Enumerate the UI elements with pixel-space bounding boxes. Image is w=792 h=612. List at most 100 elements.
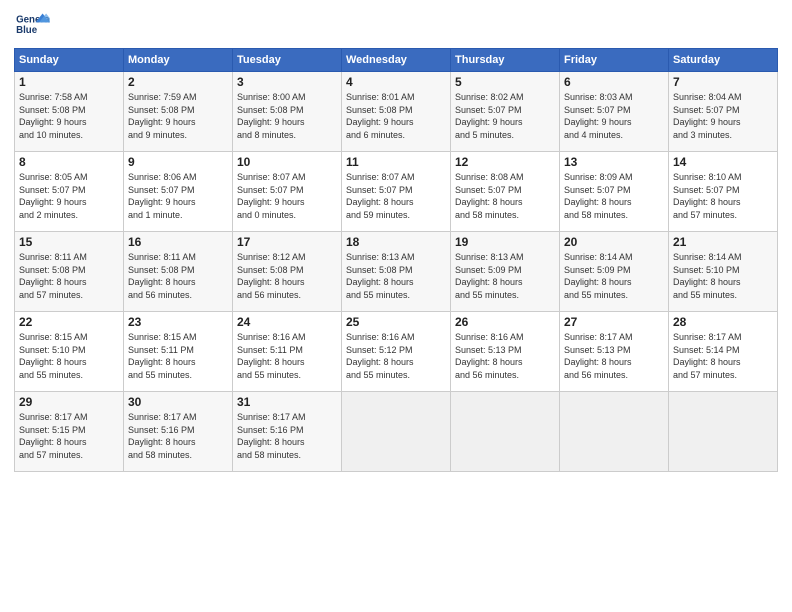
cell-info: Sunrise: 8:16 AM Sunset: 5:11 PM Dayligh… — [237, 331, 337, 381]
day-number: 27 — [564, 315, 664, 329]
cell-info: Sunrise: 8:00 AM Sunset: 5:08 PM Dayligh… — [237, 91, 337, 141]
day-header-monday: Monday — [124, 49, 233, 72]
cell-info: Sunrise: 8:05 AM Sunset: 5:07 PM Dayligh… — [19, 171, 119, 221]
calendar-cell: 30 Sunrise: 8:17 AM Sunset: 5:16 PM Dayl… — [124, 392, 233, 472]
calendar-cell: 18 Sunrise: 8:13 AM Sunset: 5:08 PM Dayl… — [342, 232, 451, 312]
day-number: 9 — [128, 155, 228, 169]
calendar-table: SundayMondayTuesdayWednesdayThursdayFrid… — [14, 48, 778, 472]
day-header-saturday: Saturday — [669, 49, 778, 72]
calendar-cell: 12 Sunrise: 8:08 AM Sunset: 5:07 PM Dayl… — [451, 152, 560, 232]
cell-info: Sunrise: 8:17 AM Sunset: 5:16 PM Dayligh… — [128, 411, 228, 461]
day-number: 3 — [237, 75, 337, 89]
cell-info: Sunrise: 8:08 AM Sunset: 5:07 PM Dayligh… — [455, 171, 555, 221]
day-number: 21 — [673, 235, 773, 249]
cell-info: Sunrise: 7:58 AM Sunset: 5:08 PM Dayligh… — [19, 91, 119, 141]
day-number: 10 — [237, 155, 337, 169]
day-number: 19 — [455, 235, 555, 249]
calendar-cell: 28 Sunrise: 8:17 AM Sunset: 5:14 PM Dayl… — [669, 312, 778, 392]
calendar-cell: 26 Sunrise: 8:16 AM Sunset: 5:13 PM Dayl… — [451, 312, 560, 392]
day-number: 28 — [673, 315, 773, 329]
day-header-friday: Friday — [560, 49, 669, 72]
cell-info: Sunrise: 8:03 AM Sunset: 5:07 PM Dayligh… — [564, 91, 664, 141]
week-row-2: 8 Sunrise: 8:05 AM Sunset: 5:07 PM Dayli… — [15, 152, 778, 232]
calendar-cell: 23 Sunrise: 8:15 AM Sunset: 5:11 PM Dayl… — [124, 312, 233, 392]
cell-info: Sunrise: 8:14 AM Sunset: 5:10 PM Dayligh… — [673, 251, 773, 301]
calendar-cell: 31 Sunrise: 8:17 AM Sunset: 5:16 PM Dayl… — [233, 392, 342, 472]
cell-info: Sunrise: 8:15 AM Sunset: 5:10 PM Dayligh… — [19, 331, 119, 381]
day-header-wednesday: Wednesday — [342, 49, 451, 72]
day-number: 4 — [346, 75, 446, 89]
day-number: 2 — [128, 75, 228, 89]
cell-info: Sunrise: 8:17 AM Sunset: 5:15 PM Dayligh… — [19, 411, 119, 461]
calendar-cell: 9 Sunrise: 8:06 AM Sunset: 5:07 PM Dayli… — [124, 152, 233, 232]
day-number: 8 — [19, 155, 119, 169]
day-number: 20 — [564, 235, 664, 249]
day-number: 1 — [19, 75, 119, 89]
day-number: 15 — [19, 235, 119, 249]
day-number: 5 — [455, 75, 555, 89]
day-number: 24 — [237, 315, 337, 329]
calendar-cell: 29 Sunrise: 8:17 AM Sunset: 5:15 PM Dayl… — [15, 392, 124, 472]
logo-icon: General Blue — [14, 10, 50, 40]
calendar-cell: 7 Sunrise: 8:04 AM Sunset: 5:07 PM Dayli… — [669, 72, 778, 152]
calendar-cell — [342, 392, 451, 472]
cell-info: Sunrise: 8:13 AM Sunset: 5:09 PM Dayligh… — [455, 251, 555, 301]
calendar-cell: 5 Sunrise: 8:02 AM Sunset: 5:07 PM Dayli… — [451, 72, 560, 152]
header: General Blue — [14, 10, 778, 40]
cell-info: Sunrise: 8:17 AM Sunset: 5:16 PM Dayligh… — [237, 411, 337, 461]
cell-info: Sunrise: 8:11 AM Sunset: 5:08 PM Dayligh… — [19, 251, 119, 301]
cell-info: Sunrise: 8:07 AM Sunset: 5:07 PM Dayligh… — [346, 171, 446, 221]
day-header-thursday: Thursday — [451, 49, 560, 72]
week-row-3: 15 Sunrise: 8:11 AM Sunset: 5:08 PM Dayl… — [15, 232, 778, 312]
day-number: 25 — [346, 315, 446, 329]
day-header-tuesday: Tuesday — [233, 49, 342, 72]
calendar-cell: 10 Sunrise: 8:07 AM Sunset: 5:07 PM Dayl… — [233, 152, 342, 232]
cell-info: Sunrise: 8:02 AM Sunset: 5:07 PM Dayligh… — [455, 91, 555, 141]
day-number: 26 — [455, 315, 555, 329]
cell-info: Sunrise: 8:07 AM Sunset: 5:07 PM Dayligh… — [237, 171, 337, 221]
calendar-cell: 17 Sunrise: 8:12 AM Sunset: 5:08 PM Dayl… — [233, 232, 342, 312]
day-number: 30 — [128, 395, 228, 409]
day-number: 23 — [128, 315, 228, 329]
calendar-cell: 6 Sunrise: 8:03 AM Sunset: 5:07 PM Dayli… — [560, 72, 669, 152]
calendar-cell — [560, 392, 669, 472]
calendar-cell: 11 Sunrise: 8:07 AM Sunset: 5:07 PM Dayl… — [342, 152, 451, 232]
calendar-cell: 24 Sunrise: 8:16 AM Sunset: 5:11 PM Dayl… — [233, 312, 342, 392]
logo: General Blue — [14, 10, 50, 40]
calendar-cell: 3 Sunrise: 8:00 AM Sunset: 5:08 PM Dayli… — [233, 72, 342, 152]
calendar-page: General Blue SundayMondayTuesdayWednesda… — [0, 0, 792, 612]
cell-info: Sunrise: 8:10 AM Sunset: 5:07 PM Dayligh… — [673, 171, 773, 221]
day-number: 18 — [346, 235, 446, 249]
cell-info: Sunrise: 8:11 AM Sunset: 5:08 PM Dayligh… — [128, 251, 228, 301]
day-number: 6 — [564, 75, 664, 89]
cell-info: Sunrise: 8:16 AM Sunset: 5:12 PM Dayligh… — [346, 331, 446, 381]
calendar-cell: 1 Sunrise: 7:58 AM Sunset: 5:08 PM Dayli… — [15, 72, 124, 152]
cell-info: Sunrise: 8:16 AM Sunset: 5:13 PM Dayligh… — [455, 331, 555, 381]
calendar-cell: 15 Sunrise: 8:11 AM Sunset: 5:08 PM Dayl… — [15, 232, 124, 312]
cell-info: Sunrise: 8:12 AM Sunset: 5:08 PM Dayligh… — [237, 251, 337, 301]
week-row-5: 29 Sunrise: 8:17 AM Sunset: 5:15 PM Dayl… — [15, 392, 778, 472]
cell-info: Sunrise: 8:17 AM Sunset: 5:14 PM Dayligh… — [673, 331, 773, 381]
week-row-4: 22 Sunrise: 8:15 AM Sunset: 5:10 PM Dayl… — [15, 312, 778, 392]
cell-info: Sunrise: 8:01 AM Sunset: 5:08 PM Dayligh… — [346, 91, 446, 141]
calendar-cell: 22 Sunrise: 8:15 AM Sunset: 5:10 PM Dayl… — [15, 312, 124, 392]
cell-info: Sunrise: 7:59 AM Sunset: 5:08 PM Dayligh… — [128, 91, 228, 141]
calendar-cell: 8 Sunrise: 8:05 AM Sunset: 5:07 PM Dayli… — [15, 152, 124, 232]
calendar-cell: 14 Sunrise: 8:10 AM Sunset: 5:07 PM Dayl… — [669, 152, 778, 232]
calendar-cell: 2 Sunrise: 7:59 AM Sunset: 5:08 PM Dayli… — [124, 72, 233, 152]
calendar-cell — [451, 392, 560, 472]
day-number: 29 — [19, 395, 119, 409]
cell-info: Sunrise: 8:14 AM Sunset: 5:09 PM Dayligh… — [564, 251, 664, 301]
calendar-cell: 4 Sunrise: 8:01 AM Sunset: 5:08 PM Dayli… — [342, 72, 451, 152]
calendar-cell: 19 Sunrise: 8:13 AM Sunset: 5:09 PM Dayl… — [451, 232, 560, 312]
cell-info: Sunrise: 8:04 AM Sunset: 5:07 PM Dayligh… — [673, 91, 773, 141]
calendar-cell — [669, 392, 778, 472]
calendar-cell: 13 Sunrise: 8:09 AM Sunset: 5:07 PM Dayl… — [560, 152, 669, 232]
day-number: 11 — [346, 155, 446, 169]
cell-info: Sunrise: 8:13 AM Sunset: 5:08 PM Dayligh… — [346, 251, 446, 301]
cell-info: Sunrise: 8:06 AM Sunset: 5:07 PM Dayligh… — [128, 171, 228, 221]
day-number: 12 — [455, 155, 555, 169]
calendar-cell: 27 Sunrise: 8:17 AM Sunset: 5:13 PM Dayl… — [560, 312, 669, 392]
day-number: 16 — [128, 235, 228, 249]
calendar-cell: 21 Sunrise: 8:14 AM Sunset: 5:10 PM Dayl… — [669, 232, 778, 312]
